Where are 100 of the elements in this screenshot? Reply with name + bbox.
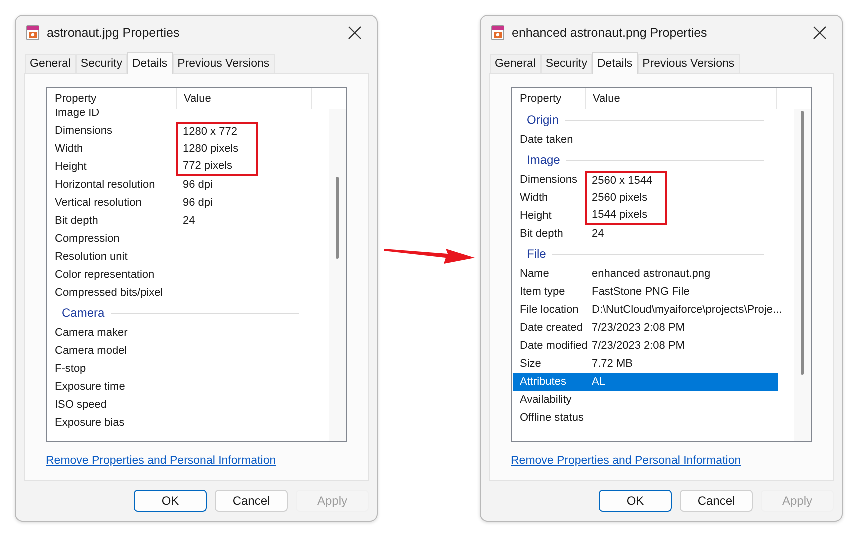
highlighted-value: 772 pixels: [176, 158, 258, 176]
property-name: Horizontal resolution: [54, 178, 156, 193]
property-row[interactable]: Horizontal resolution 96 dpi: [48, 176, 313, 194]
property-row[interactable]: Dimensions 1280 x 772: [48, 122, 313, 140]
column-header[interactable]: Property: [513, 88, 586, 109]
property-row[interactable]: Date created 7/23/2023 2:08 PM: [513, 319, 778, 337]
property-value: 7/23/2023 2:08 PM: [591, 339, 685, 354]
property-row[interactable]: Color representation: [48, 266, 313, 284]
image-file-icon: [26, 25, 40, 41]
tab[interactable]: General: [25, 54, 76, 73]
tab[interactable]: Previous Versions: [172, 54, 275, 73]
property-row[interactable]: Height 772 pixels: [48, 158, 313, 176]
window-title: astronaut.jpg Properties: [47, 26, 181, 40]
group-heading: Origin: [527, 113, 560, 127]
property-value: AL: [591, 375, 606, 390]
tab[interactable]: Security: [540, 54, 592, 73]
property-name: F-stop: [54, 362, 88, 377]
group-heading: Camera: [62, 306, 105, 320]
property-row[interactable]: Width 1280 pixels: [48, 140, 313, 158]
property-name: Name: [519, 267, 550, 282]
dialog-button[interactable]: OK: [599, 490, 672, 512]
image-file-icon: [491, 25, 505, 41]
property-name: ISO speed: [54, 398, 108, 413]
property-name: Date created: [519, 321, 584, 336]
property-row[interactable]: Exposure bias: [48, 414, 313, 432]
property-name: Exposure time: [54, 380, 126, 395]
highlighted-value: 1280 x 772: [176, 122, 258, 140]
remove-properties-link[interactable]: Remove Properties and Personal Information: [511, 455, 742, 467]
property-value: FastStone PNG File: [591, 285, 690, 300]
property-row[interactable]: Compression: [48, 230, 313, 248]
property-name: Camera maker: [54, 326, 129, 341]
property-row[interactable]: Bit depth 24: [48, 212, 313, 230]
property-row[interactable]: F-stop: [48, 360, 313, 378]
highlighted-value: 1280 pixels: [176, 140, 258, 158]
property-row[interactable]: Height 1544 pixels: [513, 207, 778, 225]
property-row[interactable]: Size 7.72 MB: [513, 355, 778, 373]
property-name: Bit depth: [54, 214, 100, 229]
property-row[interactable]: Name enhanced astronaut.png: [513, 265, 778, 283]
property-name: Exposure bias: [54, 416, 126, 431]
property-name: Availability: [519, 393, 573, 408]
property-name: Color representation: [54, 268, 156, 283]
property-name: Size: [519, 357, 542, 372]
property-value: 7/23/2023 2:08 PM: [591, 321, 685, 336]
property-row[interactable]: Width 2560 pixels: [513, 189, 778, 207]
property-row[interactable]: ISO speed: [48, 396, 313, 414]
property-name: Width: [54, 142, 84, 157]
property-row[interactable]: Date taken: [513, 131, 778, 149]
group-heading: File: [527, 247, 546, 261]
property-row[interactable]: Availability: [513, 391, 778, 409]
property-name: Bit depth: [519, 227, 564, 242]
property-row[interactable]: Resolution unit: [48, 248, 313, 266]
property-name: Offline status: [519, 411, 585, 426]
property-row[interactable]: Camera model: [48, 342, 313, 360]
dialog-button[interactable]: OK: [134, 490, 207, 512]
property-value: 24: [591, 227, 604, 242]
tab[interactable]: Details: [592, 52, 638, 74]
property-row[interactable]: Attributes AL: [513, 373, 778, 391]
highlighted-value: 1544 pixels: [585, 207, 667, 225]
property-name: Date modified: [519, 339, 585, 354]
property-name: Dimensions: [54, 124, 114, 139]
property-value: 96 dpi: [182, 178, 213, 193]
property-name: Date taken: [519, 133, 574, 148]
property-row[interactable]: Vertical resolution 96 dpi: [48, 194, 313, 212]
property-name: Camera model: [54, 344, 128, 359]
property-row[interactable]: Offline status: [513, 409, 778, 427]
tab[interactable]: Security: [76, 54, 128, 73]
property-name: Dimensions: [519, 173, 578, 188]
property-name: Height: [54, 160, 88, 175]
property-name: Attributes: [519, 375, 568, 390]
property-name: Item type: [519, 285, 566, 300]
close-icon: [813, 26, 827, 40]
close-icon: [348, 26, 362, 40]
highlighted-value: 2560 x 1544: [585, 171, 667, 189]
property-name: Compression: [54, 232, 121, 247]
dialog-button[interactable]: Cancel: [680, 490, 753, 512]
column-header[interactable]: Value: [586, 88, 777, 109]
group-heading: Image: [527, 153, 560, 167]
scrollbar[interactable]: [794, 109, 811, 441]
tab[interactable]: General: [490, 54, 541, 73]
property-name: Compressed bits/pixel: [54, 286, 164, 301]
column-header[interactable]: Property: [48, 88, 177, 109]
remove-properties-link[interactable]: Remove Properties and Personal Information: [46, 455, 276, 467]
tab[interactable]: Previous Versions: [638, 54, 740, 73]
column-header[interactable]: Value: [177, 88, 312, 109]
dialog-button[interactable]: Cancel: [215, 490, 288, 512]
property-value: 24: [182, 214, 196, 229]
property-row[interactable]: Camera maker: [48, 324, 313, 342]
property-row[interactable]: Item type FastStone PNG File: [513, 283, 778, 301]
property-row[interactable]: Exposure time: [48, 378, 313, 396]
property-row[interactable]: Date modified 7/23/2023 2:08 PM: [513, 337, 778, 355]
property-name: File location: [519, 303, 580, 318]
tab[interactable]: Details: [127, 52, 173, 74]
highlighted-value: 2560 pixels: [585, 189, 667, 207]
scrollbar[interactable]: [329, 109, 346, 441]
property-row[interactable]: Compressed bits/pixel: [48, 284, 313, 302]
property-row[interactable]: Dimensions 2560 x 1544: [513, 171, 778, 189]
property-row[interactable]: Bit depth 24: [513, 225, 778, 243]
property-value: enhanced astronaut.png: [591, 267, 711, 282]
property-name: Width: [519, 191, 550, 206]
property-value: 7.72 MB: [591, 357, 633, 372]
